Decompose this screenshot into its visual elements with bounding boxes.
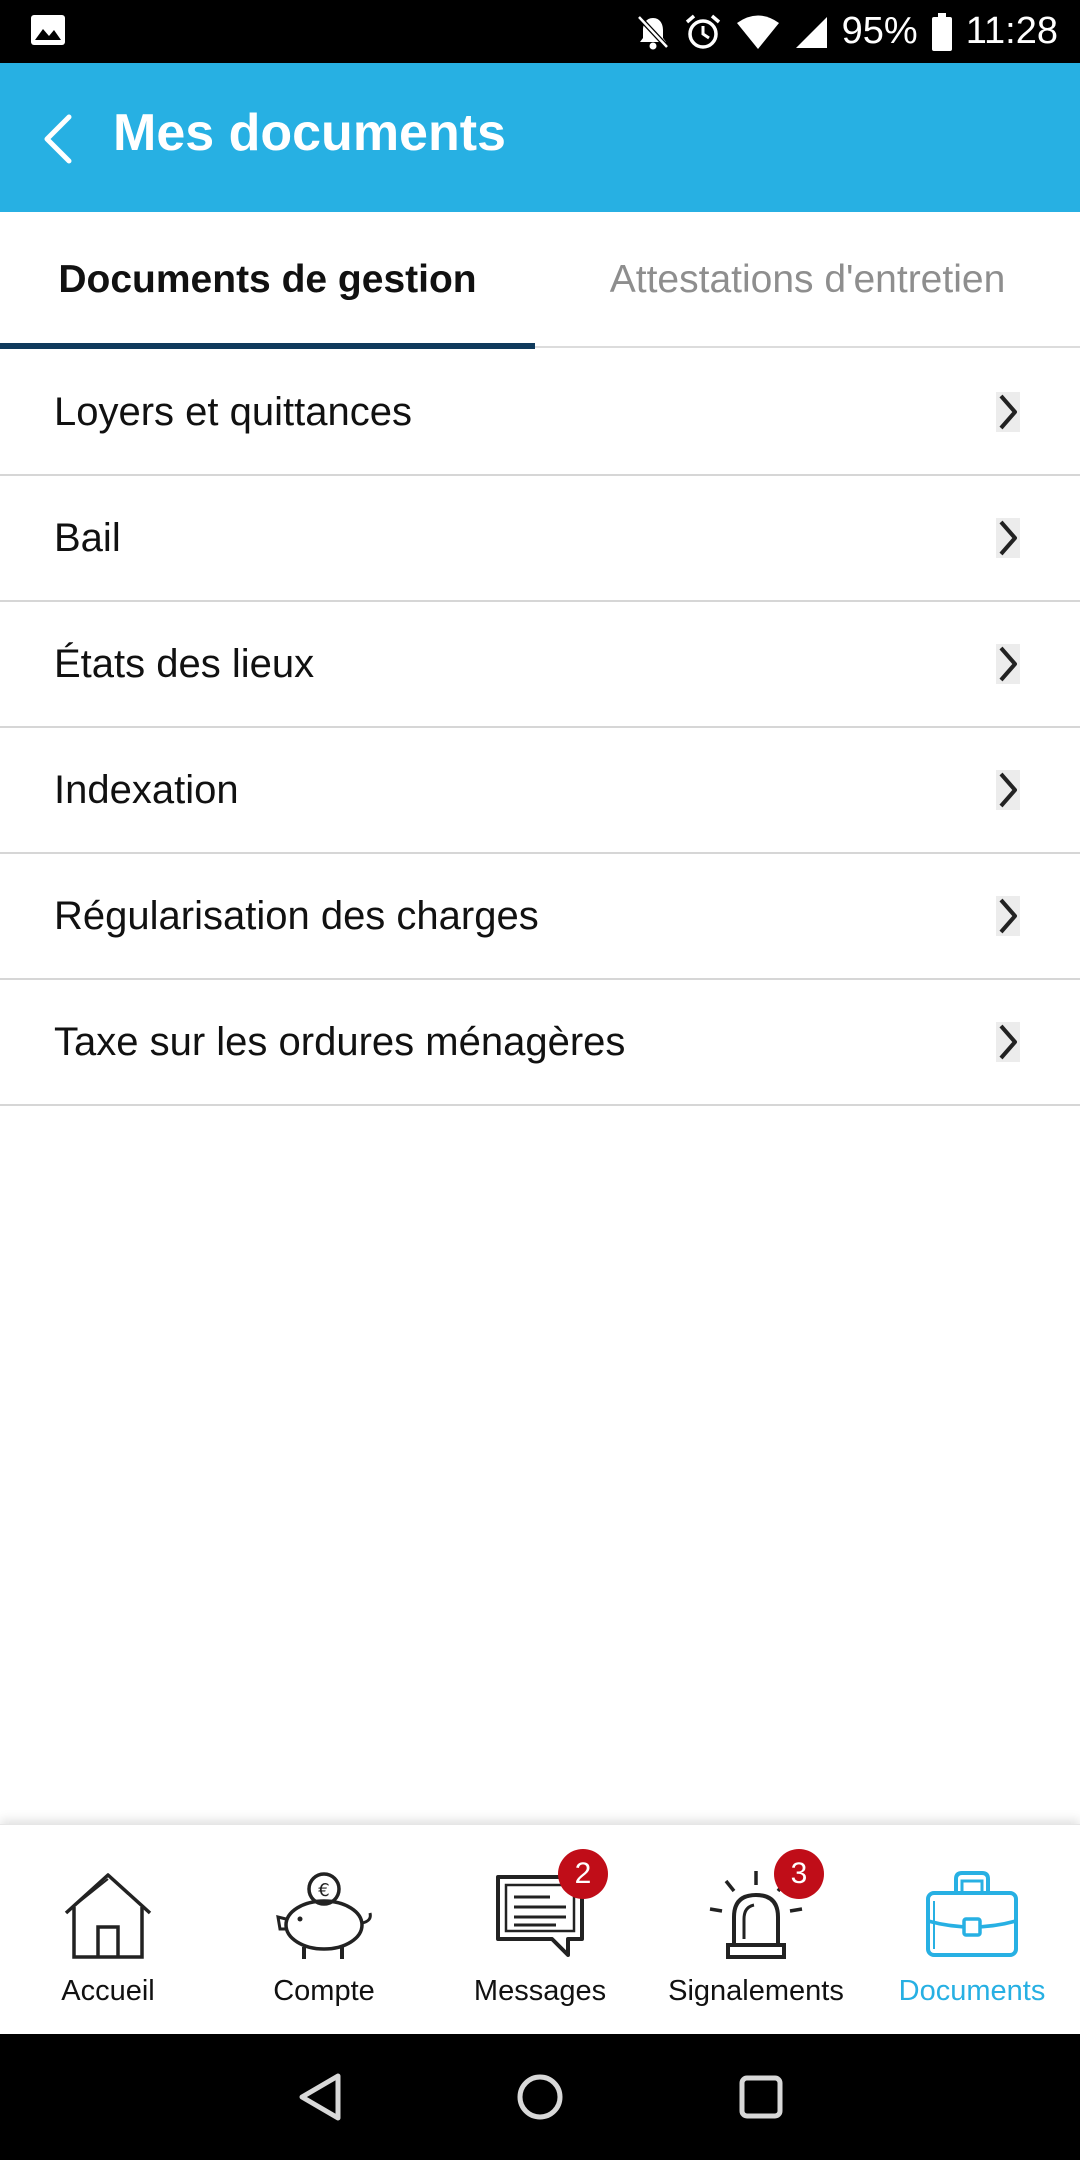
nav-item-documents[interactable]: Documents — [864, 1825, 1080, 2035]
chevron-right-icon — [996, 896, 1020, 936]
page-title: Mes documents — [113, 104, 506, 162]
list-item-indexation[interactable]: Indexation — [0, 728, 1080, 854]
nav-label: Compte — [273, 1975, 375, 2007]
circle-home-icon — [517, 2074, 563, 2120]
tab-attestations-d-entretien[interactable]: Attestations d'entretien — [535, 212, 1080, 348]
battery-percent: 95% — [841, 10, 918, 52]
clock: 11:28 — [965, 10, 1058, 52]
list-item-label: États des lieux — [54, 641, 315, 686]
list-item-label: Loyers et quittances — [54, 389, 412, 434]
alarm-icon — [684, 13, 722, 51]
list-item-label: Régularisation des charges — [54, 893, 539, 938]
messages-badge: 2 — [558, 1849, 608, 1899]
wifi-icon — [736, 14, 780, 50]
nav-item-messages[interactable]: 2 Messages — [432, 1825, 648, 2035]
list-item-taxe-ordures-menageres[interactable]: Taxe sur les ordures ménagères — [0, 980, 1080, 1106]
tab-label: Attestations d'entretien — [609, 258, 1006, 301]
svg-text:€: € — [318, 1880, 329, 1901]
house-icon — [58, 1865, 158, 1965]
bell-off-icon — [636, 14, 670, 50]
square-recents-icon — [739, 2075, 783, 2119]
nav-label: Signalements — [668, 1975, 844, 2007]
documents-list: Loyers et quittances Bail États des lieu… — [0, 350, 1080, 1106]
list-item-etats-des-lieux[interactable]: États des lieux — [0, 602, 1080, 728]
triangle-back-icon — [299, 2073, 341, 2121]
list-item-label: Bail — [54, 515, 121, 560]
system-recents-button[interactable] — [731, 2067, 791, 2127]
active-tab-indicator — [0, 343, 535, 349]
nav-item-accueil[interactable]: Accueil — [0, 1825, 216, 2035]
briefcase-icon — [922, 1865, 1022, 1965]
image-notification-icon — [30, 14, 66, 51]
list-item-loyers-et-quittances[interactable]: Loyers et quittances — [0, 350, 1080, 476]
status-bar: 95% 11:28 — [0, 0, 1080, 63]
battery-icon — [931, 12, 952, 51]
signal-icon — [794, 15, 828, 49]
bottom-navigation: Accueil € Compte 2 Messages 3 Signalemen… — [0, 1824, 1080, 2034]
chevron-right-icon — [996, 518, 1020, 558]
tab-bar: Documents de gestion Attestations d'entr… — [0, 212, 1080, 349]
system-home-button[interactable] — [510, 2067, 570, 2127]
list-item-bail[interactable]: Bail — [0, 476, 1080, 602]
list-item-regularisation-des-charges[interactable]: Régularisation des charges — [0, 854, 1080, 980]
chevron-right-icon — [996, 392, 1020, 432]
nav-label: Messages — [473, 1975, 607, 2007]
back-button[interactable] — [30, 105, 86, 173]
system-navigation-bar — [0, 2034, 1080, 2160]
chevron-left-icon — [44, 114, 72, 164]
list-item-label: Taxe sur les ordures ménagères — [54, 1019, 626, 1064]
chevron-right-icon — [996, 1022, 1020, 1062]
nav-item-signalements[interactable]: 3 Signalements — [648, 1825, 864, 2035]
nav-label: Accueil — [61, 1975, 155, 2007]
chevron-right-icon — [996, 644, 1020, 684]
system-back-button[interactable] — [290, 2067, 350, 2127]
list-item-label: Indexation — [54, 767, 239, 812]
tab-documents-de-gestion[interactable]: Documents de gestion — [0, 212, 535, 348]
piggy-bank-icon: € — [274, 1865, 374, 1965]
chevron-right-icon — [996, 770, 1020, 810]
app-bar: Mes documents — [0, 63, 1080, 212]
signalements-badge: 3 — [774, 1849, 824, 1899]
nav-item-compte[interactable]: € Compte — [216, 1825, 432, 2035]
tab-label: Documents de gestion — [58, 258, 477, 301]
nav-label: Documents — [898, 1975, 1046, 2007]
